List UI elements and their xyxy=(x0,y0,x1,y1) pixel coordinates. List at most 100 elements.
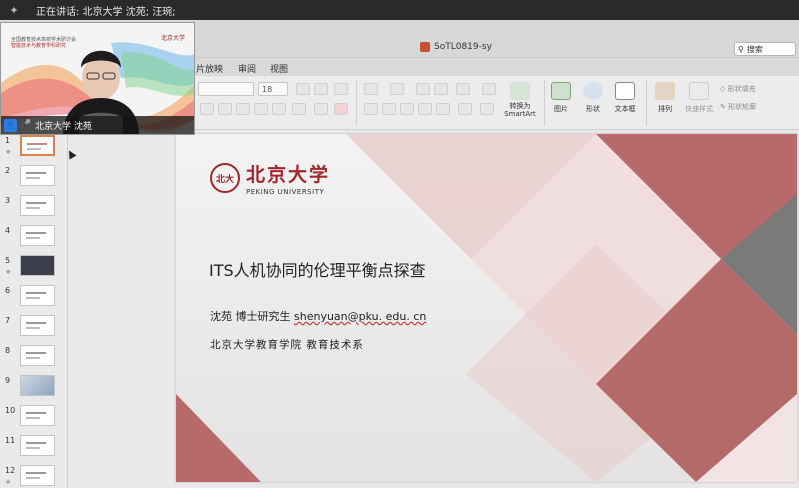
search-placeholder: 搜索 xyxy=(746,44,763,54)
font-name-select[interactable] xyxy=(198,82,254,96)
video-participant-name: 北京大学 沈苑 xyxy=(35,121,92,132)
powerpoint-file-icon xyxy=(420,42,430,52)
thumbnail-number: 1 xyxy=(5,136,11,145)
user-icon: 👤 xyxy=(4,118,17,132)
slide-thumbnail[interactable]: 6 xyxy=(0,283,68,311)
bullets-icon[interactable] xyxy=(364,83,378,95)
slide-thumbnail[interactable]: 7 xyxy=(0,313,68,341)
shape-outline-label: 形状轮廓 xyxy=(728,103,757,111)
thumbnail-line xyxy=(27,148,41,150)
numbering-icon[interactable] xyxy=(390,83,404,95)
thumbnail-preview xyxy=(20,285,55,306)
pen-icon: ✎ xyxy=(720,103,729,111)
decrease-indent-icon[interactable] xyxy=(416,83,430,95)
align-left-icon[interactable] xyxy=(364,103,378,115)
slide-thumbnail[interactable]: 9 xyxy=(0,373,68,401)
increase-font-icon[interactable] xyxy=(296,83,310,95)
pku-logo-cn: 北京大学 xyxy=(246,164,331,186)
slide-thumbnail[interactable]: 4 xyxy=(0,223,68,251)
thumbnail-line xyxy=(26,297,40,299)
slide-thumbnail[interactable]: 11 xyxy=(0,433,68,461)
slide-thumbnail[interactable]: 12 ★ xyxy=(0,463,68,488)
underline-icon[interactable] xyxy=(236,103,250,115)
slide-thumbnail[interactable]: 5 ★ xyxy=(0,253,68,281)
slide-thumbnail[interactable]: 8 xyxy=(0,343,68,371)
transition-star-icon: ★ xyxy=(5,268,12,276)
microphone-icon: 🎤 xyxy=(20,120,32,130)
tab-slideshow[interactable]: 片放映 xyxy=(196,62,223,75)
italic-icon[interactable] xyxy=(218,103,232,115)
thumbnail-preview xyxy=(20,255,55,276)
slide-author[interactable]: 沈苑 博士研究生 shenyuan@pku. edu. cn xyxy=(210,308,426,324)
highlight-icon[interactable] xyxy=(314,103,328,115)
strikethrough-icon[interactable] xyxy=(254,103,268,115)
thumbnail-line xyxy=(26,472,46,474)
align-center-icon[interactable] xyxy=(382,103,396,115)
increase-indent-icon[interactable] xyxy=(434,83,448,95)
font-size-value: 18 xyxy=(262,84,273,94)
thumbnail-number: 3 xyxy=(5,196,11,205)
slide-thumbnail-panel: 1 ★ 2 3 4 5 ★ 6 7 8 9 10 11 12 ★ xyxy=(0,130,68,488)
textbox-button[interactable]: 文本框 xyxy=(606,82,644,114)
thumbnail-line xyxy=(26,447,40,449)
columns-icon[interactable] xyxy=(436,103,450,115)
thumbnail-number: 12 xyxy=(5,466,16,475)
thumbnail-line xyxy=(26,477,40,479)
slide-thumbnail[interactable]: 2 xyxy=(0,163,68,191)
slide-department[interactable]: 北京大学教育学院 教育技术系 xyxy=(210,337,364,352)
search-box[interactable]: ⚲ 搜索 xyxy=(734,42,796,56)
thumbnail-line xyxy=(26,322,46,324)
shape-fill-button[interactable]: ◇ 形状填充 xyxy=(720,84,756,94)
shape-outline-button[interactable]: ✎ 形状轮廓 xyxy=(720,102,756,112)
thumbnail-line xyxy=(26,172,46,174)
transition-star-icon: ★ xyxy=(5,478,12,486)
slide-title[interactable]: ITS人机协同的伦理平衡点探查 xyxy=(209,257,426,281)
video-caption-bar: 👤 🎤 北京大学 沈苑 xyxy=(1,116,194,134)
thumbnail-preview xyxy=(20,135,55,156)
thumbnail-preview xyxy=(20,195,55,216)
thumbnail-line xyxy=(26,237,40,239)
thumbnail-line xyxy=(26,177,40,179)
font-size-select[interactable]: 18 xyxy=(258,82,288,96)
slide-thumbnail[interactable]: 1 ★ xyxy=(0,133,68,161)
font-color-icon[interactable] xyxy=(334,103,348,115)
line-spacing-icon[interactable] xyxy=(456,83,470,95)
align-text-icon[interactable] xyxy=(458,103,472,115)
thumbnail-preview xyxy=(20,165,55,186)
video-pku-logo: 北京大学 xyxy=(161,35,186,42)
arrange-icon xyxy=(655,82,675,100)
current-slide[interactable]: 北大 北京大学 PEKING UNIVERSITY ITS人机协同的伦理平衡点探… xyxy=(176,134,797,482)
decrease-font-icon[interactable] xyxy=(314,83,328,95)
shape-fill-label: 形状填充 xyxy=(727,85,756,93)
bold-icon[interactable] xyxy=(200,103,214,115)
quick-style-icon xyxy=(689,82,709,100)
thumbnail-preview xyxy=(20,225,55,246)
slide-thumbnail[interactable]: 3 xyxy=(0,193,68,221)
align-right-icon[interactable] xyxy=(400,103,414,115)
arrange-button[interactable]: 排列 xyxy=(646,82,684,114)
speaker-video-tile[interactable]: 全国教育技术高校学术研讨会 智能技术与教育学科研究 北京大学 👤 🎤 北京大学 … xyxy=(0,22,195,135)
thumbnail-preview xyxy=(20,465,55,486)
thumbnail-line xyxy=(26,442,46,444)
screen: ✦ 正在讲话: 北京大学 沈苑; 汪琬; SoTL0819-sy ⚲ 搜索 片放… xyxy=(0,0,799,488)
thumbnail-line xyxy=(26,352,46,354)
clear-format-icon[interactable] xyxy=(334,83,348,95)
char-spacing-icon[interactable] xyxy=(292,103,306,115)
thumbnail-number: 5 xyxy=(5,256,11,265)
justify-icon[interactable] xyxy=(418,103,432,115)
superscript-icon[interactable] xyxy=(272,103,286,115)
meeting-app-icon[interactable]: ✦ xyxy=(6,2,22,18)
transition-star-icon: ★ xyxy=(5,148,12,156)
convert-smartart-button[interactable]: 转换为 SmartArt xyxy=(498,82,542,118)
thumbnail-line xyxy=(26,417,40,419)
quick-style-button[interactable]: 快速样式 xyxy=(680,82,718,114)
textbox-label: 文本框 xyxy=(614,105,636,113)
tab-view[interactable]: 视图 xyxy=(270,62,288,75)
text-options-icon[interactable] xyxy=(480,103,494,115)
tab-review[interactable]: 审阅 xyxy=(238,62,256,75)
thumbnail-line xyxy=(27,143,47,145)
slide-thumbnail[interactable]: 10 xyxy=(0,403,68,431)
thumbnail-preview xyxy=(20,405,55,426)
text-direction-icon[interactable] xyxy=(482,83,496,95)
arrange-label: 排列 xyxy=(658,105,672,113)
